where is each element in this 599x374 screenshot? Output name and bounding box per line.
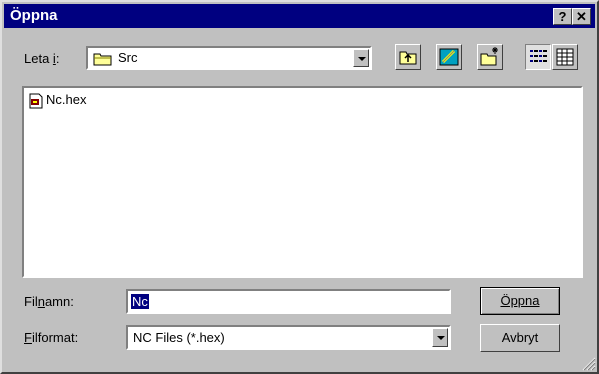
desktop-icon xyxy=(439,48,459,66)
help-button[interactable]: ? xyxy=(553,8,572,25)
resize-grip-icon[interactable] xyxy=(582,357,596,371)
file-list[interactable]: Nc.hex xyxy=(22,86,583,278)
filetype-combo[interactable]: NC Files (*.hex) xyxy=(126,325,451,350)
file-name: Nc.hex xyxy=(46,92,87,107)
new-folder-icon xyxy=(480,47,498,66)
cancel-button[interactable]: Avbryt xyxy=(480,324,560,352)
open-button[interactable]: Öppna xyxy=(480,287,560,315)
open-button-label: Öppna xyxy=(500,293,540,308)
up-one-level-button[interactable] xyxy=(395,44,421,70)
filetype-dropdown-button[interactable] xyxy=(432,328,448,347)
details-view-icon xyxy=(556,48,574,66)
list-view-button[interactable] xyxy=(525,44,551,70)
filename-value: Nc xyxy=(131,294,149,309)
lookin-dropdown-button[interactable] xyxy=(353,49,369,67)
filename-label: Filnamn: xyxy=(24,294,74,309)
title-bar[interactable]: Öppna ? ✕ xyxy=(4,4,595,28)
up-folder-icon xyxy=(399,51,417,65)
folder-icon xyxy=(93,53,112,66)
help-icon: ? xyxy=(558,9,567,24)
filetype-value: NC Files (*.hex) xyxy=(133,330,225,345)
chevron-down-icon xyxy=(437,336,445,340)
cancel-button-label: Avbryt xyxy=(501,330,539,345)
desktop-button[interactable] xyxy=(436,44,462,70)
lookin-label: Leta i: xyxy=(24,51,60,66)
chevron-down-icon xyxy=(358,57,366,61)
list-view-icon xyxy=(530,50,547,62)
close-icon: ✕ xyxy=(576,9,587,24)
hex-file-icon xyxy=(29,93,43,109)
details-view-button[interactable] xyxy=(552,44,578,70)
open-dialog: Öppna ? ✕ Leta i: Src Nc.hex Filnamn: Nc… xyxy=(0,0,599,374)
close-button[interactable]: ✕ xyxy=(572,8,591,25)
dialog-title: Öppna xyxy=(10,7,58,24)
lookin-combo[interactable]: Src xyxy=(86,46,372,70)
filename-input[interactable]: Nc xyxy=(126,289,451,314)
filetype-label: Filformat: xyxy=(24,330,79,345)
lookin-value: Src xyxy=(118,50,138,65)
new-folder-button[interactable] xyxy=(477,44,503,70)
